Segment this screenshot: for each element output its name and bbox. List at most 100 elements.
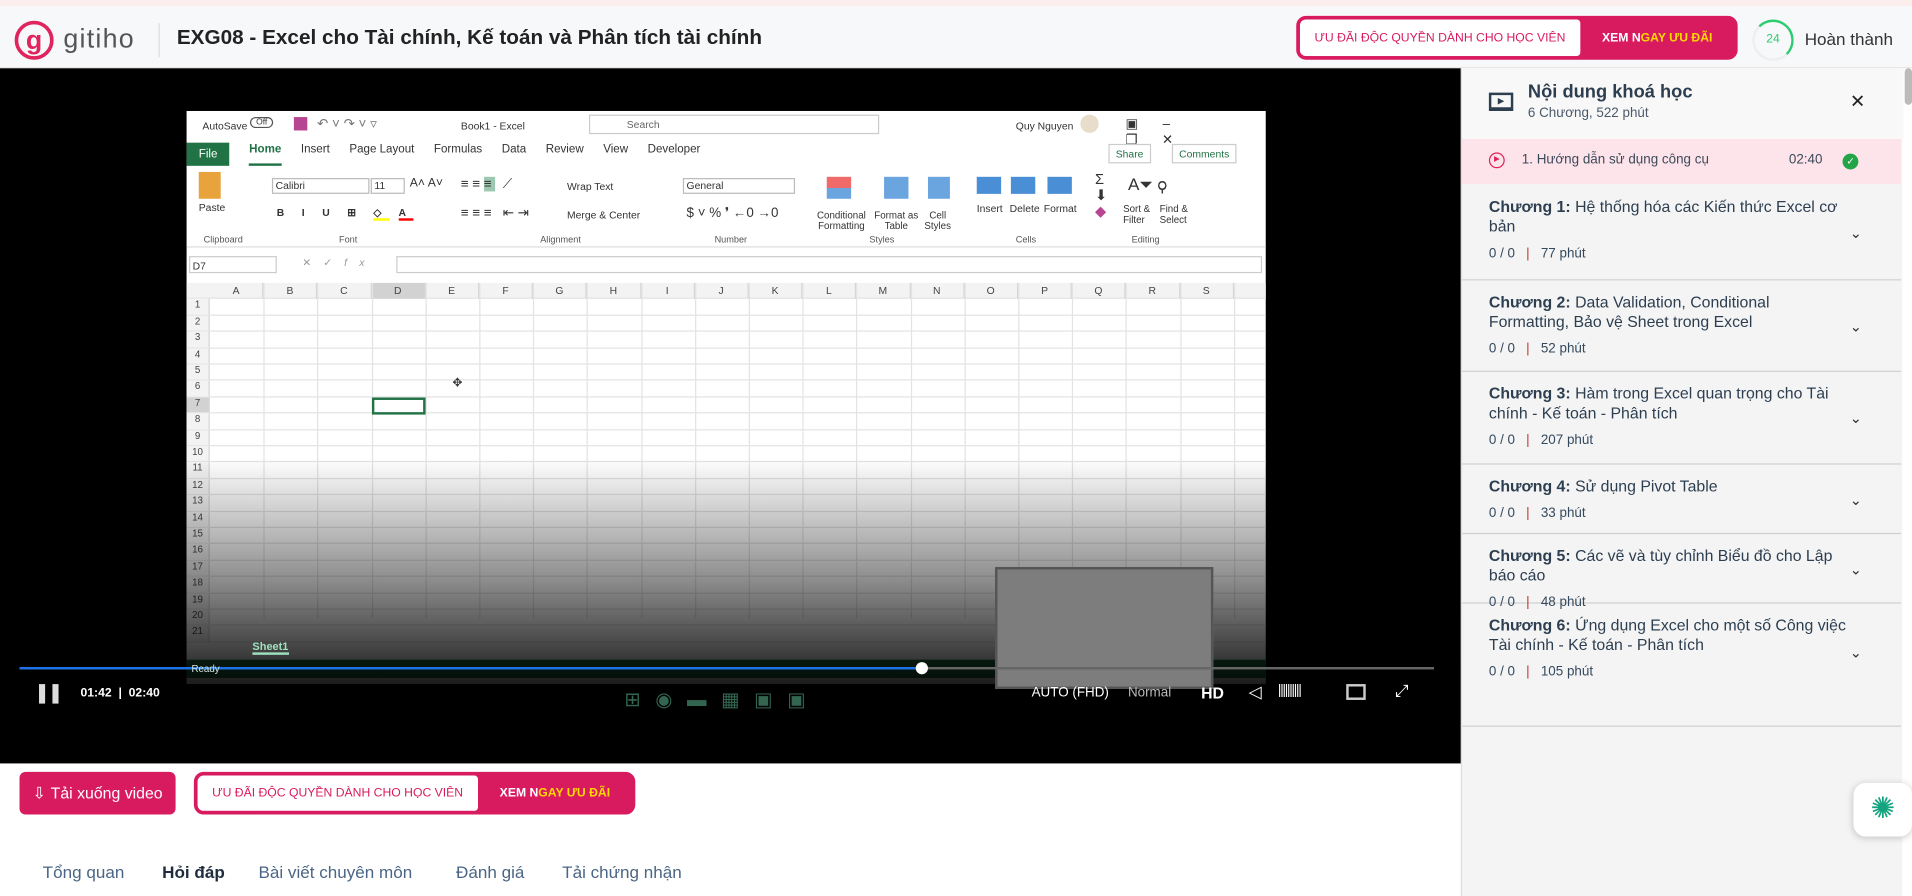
column-header: I: [641, 282, 695, 299]
ribbon-group-label: Styles: [869, 234, 895, 246]
chapter-item[interactable]: Chương 4: Sử dụng Pivot Table 0 / 0 | 33 …: [1462, 465, 1902, 535]
tab-1[interactable]: Hỏi đáp: [162, 862, 225, 882]
promo-label: ƯU ĐÃI ĐỘC QUYỀN DÀNH CHO HỌC VIÊN: [197, 775, 478, 811]
pip-button[interactable]: [1346, 684, 1366, 700]
chapter-label: Chương 1:: [1488, 197, 1571, 216]
course-sidebar: ▶ Nội dung khoá học 6 Chương, 522 phút ✕…: [1460, 68, 1904, 896]
sheet-row: 8: [186, 413, 1266, 430]
promo-banner-bottom[interactable]: ƯU ĐÃI ĐỘC QUYỀN DÀNH CHO HỌC VIÊN XEM N…: [193, 771, 636, 815]
number-format: General: [682, 178, 796, 194]
ribbon-group-label: Font: [338, 234, 358, 246]
align-icons-2: ≡≡≡ ⇤⇥: [460, 206, 533, 221]
align-icons: ≡≡≡ ⟋: [460, 176, 516, 192]
chevron-down-icon[interactable]: ⌄: [1850, 642, 1862, 662]
fullscreen-icon[interactable]: ⤢: [1395, 680, 1409, 701]
chapter-meta: 0 / 0 | 207 phút: [1489, 430, 1852, 450]
seek-bar[interactable]: [19, 662, 1435, 675]
tab-2[interactable]: Bài viết chuyên môn: [259, 862, 413, 882]
column-header: O: [964, 282, 1019, 299]
seek-handle[interactable]: [915, 662, 929, 675]
row-header: 5: [186, 364, 210, 380]
column-header: Q: [1072, 282, 1126, 299]
comments-button: Comments: [1171, 143, 1237, 164]
chevron-down-icon[interactable]: ⌄: [1850, 559, 1862, 579]
status-text: Ready: [191, 663, 220, 675]
chevron-down-icon[interactable]: ⌄: [1850, 316, 1862, 336]
wrap-text: Wrap Text: [567, 180, 614, 193]
cta-a: XEM N: [499, 786, 539, 800]
sheet-row: 9: [186, 429, 1266, 447]
separator: |: [1526, 341, 1530, 357]
ribbon-group-label: Number: [714, 234, 748, 246]
gitiho-logo[interactable]: g: [14, 20, 54, 60]
ribbon-tab-formulas: Formulas: [433, 142, 483, 156]
lesson-title: 1. Hướng dẫn sử dụng công cụ: [1521, 152, 1709, 168]
row-header: 6: [186, 380, 210, 397]
volume-slider[interactable]: ||||||||||: [1278, 683, 1302, 698]
chapter-title: Chương 4: Sử dụng Pivot Table: [1489, 477, 1852, 497]
column-header: P: [1018, 282, 1073, 299]
chapter-item[interactable]: Chương 2: Data Validation, Conditional F…: [1462, 280, 1902, 372]
chapter-label: Chương 5:: [1488, 546, 1571, 565]
chapter-progress: 0 / 0: [1488, 341, 1515, 357]
user-avatar: [1080, 114, 1099, 133]
volume-icon[interactable]: ◁: [1249, 682, 1262, 703]
chapter-meta: 0 / 0 | 33 phút: [1489, 504, 1852, 524]
chapter-item[interactable]: Chương 5: Các vẽ và tùy chỉnh Biểu đồ ch…: [1462, 534, 1902, 610]
column-header: G: [533, 282, 587, 299]
video-player[interactable]: AutoSave Off ↶ ˅ ↷ ˅ ▿ Book1 - Excel Sea…: [0, 68, 1461, 764]
row-header: 3: [186, 331, 210, 348]
progress-label: Hoàn thành: [1804, 29, 1894, 49]
column-header: S: [1180, 282, 1234, 299]
quality-button[interactable]: AUTO (FHD): [1032, 685, 1109, 700]
tab-4[interactable]: Tải chứng nhận: [562, 862, 682, 882]
sidebar-title: Nội dung khoá học: [1527, 81, 1693, 103]
separator: |: [1526, 246, 1530, 261]
chapter-label: Chương 3:: [1488, 384, 1571, 403]
chapter-label: Chương 4:: [1488, 476, 1571, 496]
speed-button[interactable]: Normal: [1128, 685, 1171, 700]
chevron-down-icon[interactable]: ⌄: [1850, 490, 1862, 510]
current-lesson[interactable]: ▶ 1. Hướng dẫn sử dụng công cụ 02:40 ✓: [1462, 139, 1902, 185]
chapter-duration: 105 phút: [1540, 664, 1594, 680]
promo-cta[interactable]: XEM N GAY ƯU ĐÃI: [478, 776, 632, 811]
download-video-button[interactable]: ⇩ Tải xuống video: [19, 771, 176, 815]
chapter-item[interactable]: Chương 3: Hàm trong Excel quan trọng cho…: [1462, 372, 1902, 465]
scrollbar-thumb[interactable]: [1904, 68, 1912, 105]
sheet-row: 5: [186, 364, 1266, 381]
promo-banner[interactable]: ƯU ĐÃI ĐỘC QUYỀN DÀNH CHO HỌC VIÊN XEM N…: [1296, 15, 1739, 60]
chapter-duration: 77 phút: [1540, 246, 1586, 261]
course-title: EXG08 - Excel cho Tài chính, Kế toán và …: [176, 25, 763, 49]
column-header: A: [210, 282, 264, 299]
cta-a: XEM N: [1602, 31, 1641, 45]
chapter-label: Chương 6:: [1488, 615, 1571, 635]
chapter-item[interactable]: Chương 1: Hệ thống hóa các Kiến thức Exc…: [1462, 185, 1902, 281]
tab-0[interactable]: Tổng quan: [43, 862, 125, 882]
tab-3[interactable]: Đánh giá: [456, 862, 524, 882]
hd-badge[interactable]: HD: [1201, 684, 1224, 702]
column-header: J: [695, 282, 749, 299]
ribbon-group-label: Cells: [1015, 234, 1037, 246]
sheet-row: 6: [186, 380, 1266, 398]
chapter-item[interactable]: Chương 6: Ứng dụng Excel cho một số Công…: [1462, 604, 1902, 727]
ribbon-group-label: Alignment: [540, 234, 581, 246]
promo-label: ƯU ĐÃI ĐỘC QUYỀN DÀNH CHO HỌC VIÊN: [1299, 19, 1581, 57]
font-style-icons: B I U ⊞ ◇ A: [277, 206, 414, 221]
chevron-down-icon[interactable]: ⌄: [1850, 223, 1862, 243]
close-icon[interactable]: ✕: [1850, 90, 1865, 112]
pause-button[interactable]: [39, 684, 59, 704]
chapter-title: Chương 3: Hàm trong Excel quan trọng cho…: [1489, 384, 1852, 423]
promo-cta[interactable]: XEM N GAY ƯU ĐÃI: [1580, 20, 1734, 57]
divider: [158, 23, 160, 58]
column-header: E: [425, 282, 480, 299]
chevron-down-icon[interactable]: ⌄: [1850, 408, 1862, 428]
autosave-toggle: Off: [249, 117, 274, 129]
lesson-duration: 02:40: [1788, 152, 1823, 168]
ribbon-group-label: Editing: [1131, 234, 1160, 246]
number-icons: $ ˅ % ❜ ←0 →0: [686, 206, 779, 221]
ribbon-tab-file: File: [186, 142, 230, 166]
find-select: Find & Select: [1159, 203, 1188, 226]
format-icon: [1047, 176, 1072, 194]
logo-text[interactable]: gitiho: [63, 23, 134, 55]
chat-assistant-icon[interactable]: ✺: [1853, 782, 1912, 837]
